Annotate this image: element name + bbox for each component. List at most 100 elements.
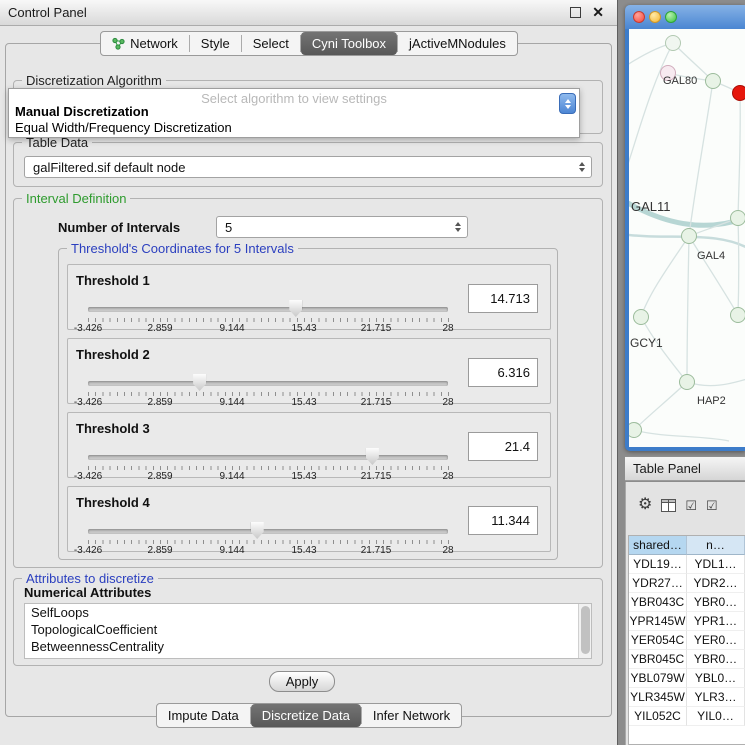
network-node-green[interactable]	[730, 210, 745, 226]
attribute-item[interactable]: TopologicalCoefficient	[25, 621, 591, 638]
network-edge[interactable]	[634, 382, 687, 430]
tab-cyni-toolbox[interactable]: Cyni Toolbox	[301, 32, 397, 55]
threshold-box: Threshold 2 -3.4262.8599.14415.4321.71528…	[67, 338, 551, 404]
select-all-columns-icon[interactable]: ☑	[685, 499, 697, 512]
algorithm-option-equal-width-frequency[interactable]: Equal Width/Frequency Discretization	[15, 120, 232, 135]
network-node-green[interactable]	[681, 228, 697, 244]
close-window-button[interactable]: ✕	[592, 4, 604, 21]
slider-thumb[interactable]	[289, 300, 302, 317]
unselect-columns-icon[interactable]: ☑	[706, 499, 718, 512]
control-panel: Control Panel ✕ NetworkStyleSelectCyni T…	[0, 0, 618, 745]
table-row[interactable]: YBR045CYBR0…	[629, 650, 745, 669]
slider-thumb[interactable]	[366, 448, 379, 465]
table-row[interactable]: YIL052CYIL0…	[629, 707, 745, 726]
control-panel-titlebar: Control Panel ✕	[0, 0, 617, 26]
main-tabbar: NetworkStyleSelectCyni Toolbox jActiveMNo…	[100, 31, 518, 56]
network-node-pale[interactable]	[665, 35, 681, 51]
attribute-item[interactable]: BetweennessCentrality	[25, 638, 591, 655]
slider-scale-label: 9.144	[219, 471, 244, 482]
attribute-item[interactable]: SelfLoops	[25, 604, 591, 621]
threshold-box: Threshold 3-3.4262.8599.14415.4321.71528…	[67, 412, 551, 478]
tab-select[interactable]: Select	[242, 32, 300, 55]
network-node-green[interactable]	[730, 307, 745, 323]
network-edge[interactable]	[689, 236, 738, 315]
column-header-n[interactable]: n…	[687, 536, 745, 555]
attributes-scrollbar[interactable]	[578, 604, 591, 658]
slider-ticks	[88, 466, 449, 470]
number-of-intervals-combobox[interactable]: 5	[216, 216, 468, 238]
algorithm-option-manual-discretization[interactable]: Manual Discretization	[15, 104, 149, 119]
threshold-value-field[interactable]: 14.713	[468, 284, 538, 313]
attributes-listbox[interactable]: SelfLoopsTopologicalCoefficientBetweenne…	[24, 603, 592, 659]
table-cell: YLR345W	[629, 688, 687, 707]
threshold-value-field[interactable]: 11.344	[468, 506, 538, 535]
tab-discretize-data[interactable]: Discretize Data	[251, 704, 361, 727]
tab-style[interactable]: Style	[190, 32, 241, 55]
table-panel: ⚙ ☑ ☑ shared…n… YDL19…YDL1…YDR27…YDR2…YB…	[625, 482, 745, 745]
attributes-items: SelfLoopsTopologicalCoefficientBetweenne…	[25, 604, 591, 655]
threshold-slider[interactable]: -3.4262.8599.14415.4321.71528	[80, 299, 472, 331]
network-node-green[interactable]	[679, 374, 695, 390]
table-row[interactable]: YDR27…YDR2…	[629, 574, 745, 593]
threshold-slider[interactable]: -3.4262.8599.14415.4321.71528	[80, 447, 472, 479]
table-row[interactable]: YLR345WYLR3…	[629, 688, 745, 707]
threshold-slider[interactable]: -3.4262.8599.14415.4321.71528	[80, 373, 472, 405]
network-node-red[interactable]	[732, 85, 745, 101]
table-rows: YDL19…YDL1…YDR27…YDR2…YBR043CYBR0…YPR145…	[629, 555, 745, 726]
slider-scale-label: 21.715	[361, 397, 392, 408]
tab-label: jActiveMNodules	[409, 36, 506, 51]
threshold-label: Threshold 2	[76, 347, 150, 362]
network-edge[interactable]	[641, 236, 689, 317]
threshold-value-field[interactable]: 21.4	[468, 432, 538, 461]
attributes-group-label: Attributes to discretize	[22, 571, 158, 586]
threshold-slider[interactable]: -3.4262.8599.14415.4321.71528	[80, 521, 472, 553]
thresholds-group-label: Threshold's Coordinates for 5 Intervals	[67, 241, 298, 256]
column-chooser-icon[interactable]	[661, 499, 676, 512]
slider-thumb[interactable]	[251, 522, 264, 539]
table-row[interactable]: YDL19…YDL1…	[629, 555, 745, 574]
table-cell: YDL1…	[687, 555, 745, 574]
network-node-green[interactable]	[705, 73, 721, 89]
close-traffic-light-icon[interactable]	[633, 11, 645, 23]
network-view-window[interactable]: GAL80GAL11GAL4GCY1HAP2	[625, 5, 745, 451]
slider-scale-label: 21.715	[361, 323, 392, 334]
tab-infer-network[interactable]: Infer Network	[362, 704, 461, 727]
network-edge[interactable]	[689, 81, 713, 236]
stepper-down-icon	[565, 105, 571, 109]
table-row[interactable]: YBR043CYBR0…	[629, 593, 745, 612]
table-row[interactable]: YPR145WYPR1…	[629, 612, 745, 631]
table-data-combobox[interactable]: galFiltered.sif default node	[24, 156, 592, 178]
network-edge[interactable]	[687, 236, 689, 382]
network-edge[interactable]	[738, 218, 739, 315]
node-table: shared…n… YDL19…YDL1…YDR27…YDR2…YBR043CY…	[628, 535, 745, 745]
gear-icon[interactable]: ⚙	[638, 497, 652, 513]
table-data-group: Table Data galFiltered.sif default node	[13, 142, 603, 187]
interval-definition-group: Interval Definition Number of Intervals …	[13, 198, 603, 568]
table-row[interactable]: YER054CYER0…	[629, 631, 745, 650]
algorithm-combobox-stepper[interactable]	[559, 93, 576, 114]
minimize-traffic-light-icon[interactable]	[649, 11, 661, 23]
network-node-green[interactable]	[633, 309, 649, 325]
tab-jactivemnodules[interactable]: jActiveMNodules	[398, 32, 517, 55]
slider-scale-label: -3.426	[74, 471, 102, 482]
apply-button[interactable]: Apply	[269, 671, 335, 692]
combo-arrows-icon	[455, 222, 461, 232]
network-edge[interactable]	[634, 430, 729, 441]
tab-network[interactable]: Network	[101, 32, 189, 55]
network-window-titlebar[interactable]	[625, 5, 745, 29]
scrollbar-thumb[interactable]	[581, 606, 590, 654]
bottom-tab-row: Impute DataDiscretize DataInfer Network	[0, 703, 618, 728]
column-header-shared[interactable]: shared…	[629, 536, 687, 555]
zoom-traffic-light-icon[interactable]	[665, 11, 677, 23]
threshold-value-field[interactable]: 6.316	[468, 358, 538, 387]
slider-thumb[interactable]	[193, 374, 206, 391]
network-edge[interactable]	[687, 377, 745, 386]
node-label-gal4: GAL4	[697, 250, 725, 262]
float-window-button[interactable]	[570, 7, 581, 18]
network-edge[interactable]	[629, 43, 673, 179]
tab-impute-data[interactable]: Impute Data	[157, 704, 250, 727]
slider-track	[88, 529, 448, 534]
network-edge[interactable]	[738, 93, 740, 218]
table-row[interactable]: YBL079WYBL0…	[629, 669, 745, 688]
network-canvas[interactable]: GAL80GAL11GAL4GCY1HAP2	[629, 29, 745, 447]
